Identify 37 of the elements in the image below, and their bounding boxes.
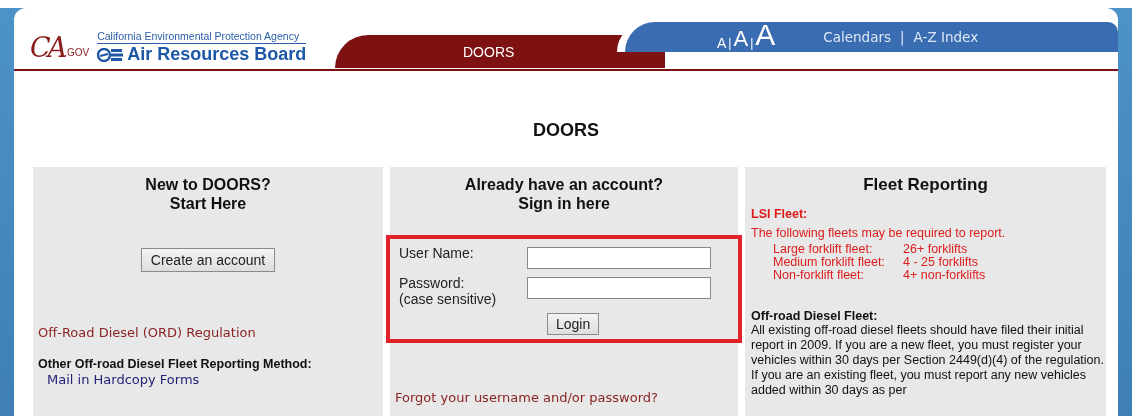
fleet-type: Large forklift fleet:	[773, 243, 874, 256]
fleet-threshold: 4 - 25 forklifts	[903, 256, 980, 269]
board-name: Air Resources Board	[127, 44, 307, 65]
page-title: DOORS	[533, 120, 599, 141]
separator: |	[750, 37, 754, 49]
separator: |	[728, 37, 732, 49]
ca-gov-logo[interactable]: CA.GOV	[30, 34, 90, 61]
agency-name: California Environmental Protection Agency	[97, 30, 307, 44]
lsi-intro-text: The following fleets may be required to report.	[751, 226, 1007, 240]
column-title: Fleet Reporting	[862, 174, 989, 194]
text-size-link[interactable]: A	[755, 20, 776, 50]
forgot-password-link[interactable]: Forgot your username and/or password?	[395, 390, 738, 405]
nav-link[interactable]: Calendars	[823, 29, 892, 45]
input-field[interactable]	[527, 247, 711, 269]
fleet-type: Non-forklift fleet:	[773, 269, 865, 282]
field-label: Password: (case sensitive)	[399, 275, 498, 307]
separator: |	[900, 29, 905, 45]
field-label: User Name:	[399, 245, 475, 261]
regulation-link[interactable]: Off-Road Diesel (ORD) Regulation	[38, 325, 383, 340]
text-size-link[interactable]: A	[733, 28, 749, 50]
column-title: Already have an account? Sign in here	[463, 175, 665, 213]
text-size-link[interactable]: A	[717, 36, 727, 50]
fleet-threshold: 4+ non-forklifts	[903, 269, 987, 282]
fleet-type: Medium forklift fleet:	[773, 256, 886, 269]
login-button[interactable]: Login	[547, 313, 600, 335]
nav-link[interactable]: A-Z Index	[913, 29, 979, 45]
lsi-fleet-heading: LSI Fleet:	[751, 207, 809, 221]
column-title: New to DOORS? Start Here	[144, 175, 272, 213]
arb-logo-icon	[97, 47, 124, 62]
ord-fleet-text: All existing off-road diesel fleets should have filed their initial report in 2009. If you are a new fleet, you must register your vehicles within 30 days per Section 2449(d)(4) of the regulation. If you are an existing fleet, you must report any new vehicles added within 30 days as per	[751, 323, 1105, 398]
ord-fleet-heading: Off-road Diesel Fleet:	[751, 309, 879, 323]
other-method-label: Other Off-road Diesel Fleet Reporting Method:	[38, 357, 313, 371]
input-field[interactable]	[527, 277, 711, 299]
mail-forms-link[interactable]: Mail in Hardcopy Forms	[47, 372, 383, 387]
app-tab[interactable]: DOORS	[335, 35, 665, 68]
create-account-button[interactable]: Create an account	[140, 248, 276, 272]
fleet-threshold: 26+ forklifts	[903, 243, 969, 256]
